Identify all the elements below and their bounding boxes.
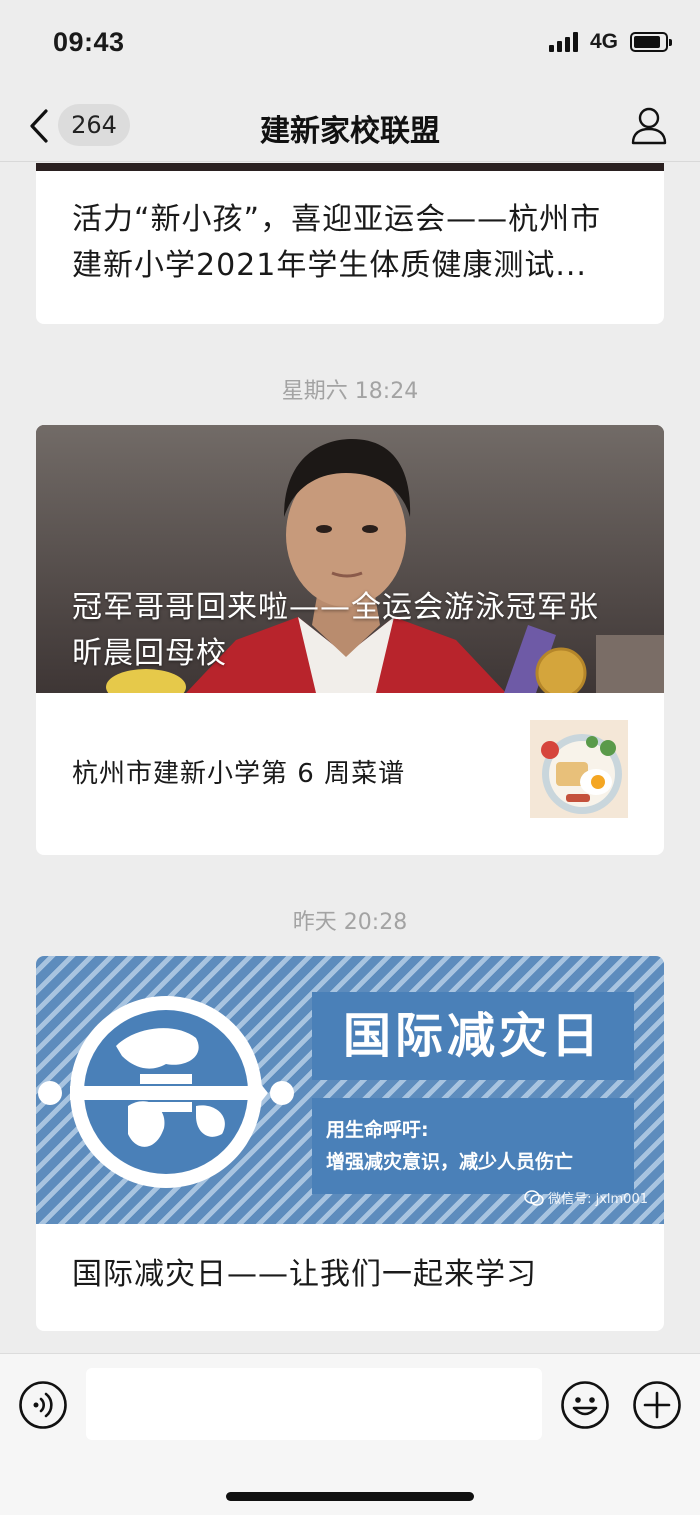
article-title: 国际减灾日——让我们一起来学习 — [72, 1257, 537, 1292]
banner-line-2: 增强减灾意识，减少人员伤亡 — [326, 1151, 574, 1173]
message-timestamp: 昨天 20:28 — [292, 910, 408, 935]
battery-icon — [630, 32, 672, 52]
sub-article-title: 杭州市建新小学第 6 周菜谱 — [72, 759, 406, 789]
article-card[interactable]: 活力“新小孩”，喜迎亚运会——杭州市建新小学2021年学生体质健康测试... — [36, 163, 664, 324]
status-bar: 09:43 4G — [0, 0, 700, 90]
person-icon — [631, 107, 667, 145]
article-title: 活力“新小孩”，喜迎亚运会——杭州市建新小学2021年学生体质健康测试... — [72, 202, 602, 283]
voice-icon — [19, 1381, 67, 1429]
article-cover-image — [36, 163, 664, 171]
message-input[interactable] — [86, 1368, 542, 1440]
banner-line-1: 用生命呼吁: — [326, 1119, 429, 1141]
emoji-icon — [561, 1381, 609, 1429]
sub-article-thumbnail — [530, 720, 628, 818]
globe-icon — [38, 996, 294, 1188]
sub-article-item[interactable]: 杭州市建新小学第 6 周菜谱 — [36, 693, 664, 855]
wechat-watermark: 微信号: jxlm001 — [524, 1188, 648, 1207]
emoji-button[interactable] — [560, 1380, 610, 1430]
article-cover-banner: 国际减灾日 用生命呼吁: 增强减灾意识，减少人员伤亡 微信号: jxlm001 — [36, 956, 664, 1224]
article-card[interactable]: 国际减灾日 用生命呼吁: 增强减灾意识，减少人员伤亡 微信号: jxlm001 … — [36, 956, 664, 1331]
page-title: 建新家校联盟 — [260, 114, 440, 149]
voice-button[interactable] — [18, 1380, 68, 1430]
article-title: 冠军哥哥回来啦——全运会游泳冠军张昕晨回母校 — [72, 590, 599, 671]
input-bar — [0, 1353, 700, 1515]
nav-bar: 264 建新家校联盟 — [0, 90, 700, 162]
network-type: 4G — [589, 30, 618, 53]
banner-title: 国际减灾日 — [312, 992, 634, 1080]
wechat-icon — [524, 1189, 544, 1206]
watermark-text: 微信号: jxlm001 — [548, 1192, 648, 1207]
profile-button[interactable] — [630, 106, 668, 146]
article-card: 冠军哥哥回来啦——全运会游泳冠军张昕晨回母校 杭州市建新小学第 6 周菜谱 — [36, 425, 664, 855]
message-feed[interactable]: 活力“新小孩”，喜迎亚运会——杭州市建新小学2021年学生体质健康测试... 星… — [0, 163, 700, 1353]
signal-icon — [548, 32, 578, 52]
status-time: 09:43 — [53, 27, 125, 57]
article-hero[interactable]: 冠军哥哥回来啦——全运会游泳冠军张昕晨回母校 — [36, 425, 664, 693]
message-timestamp: 星期六 18:24 — [281, 379, 419, 404]
status-indicators: 4G — [548, 30, 672, 54]
plus-icon — [633, 1381, 681, 1429]
banner-subtitle-box: 用生命呼吁: 增强减灾意识，减少人员伤亡 — [312, 1098, 634, 1194]
more-button[interactable] — [632, 1380, 682, 1430]
home-indicator — [226, 1492, 474, 1501]
